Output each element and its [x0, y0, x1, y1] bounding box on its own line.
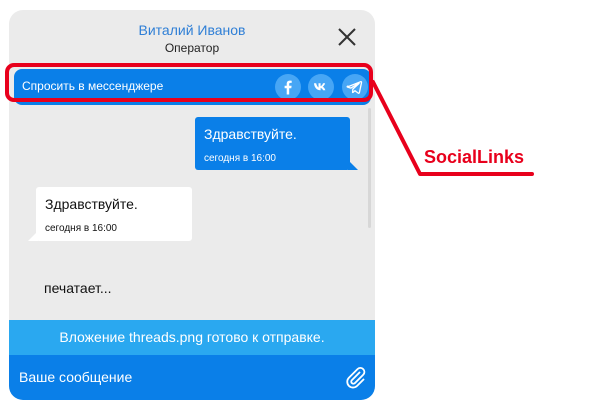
annotation-connector	[371, 80, 534, 176]
screenshot-stage: Виталий Иванов Оператор Спросить в мессе…	[0, 0, 600, 410]
annotation-label: SocialLinks	[424, 147, 525, 167]
